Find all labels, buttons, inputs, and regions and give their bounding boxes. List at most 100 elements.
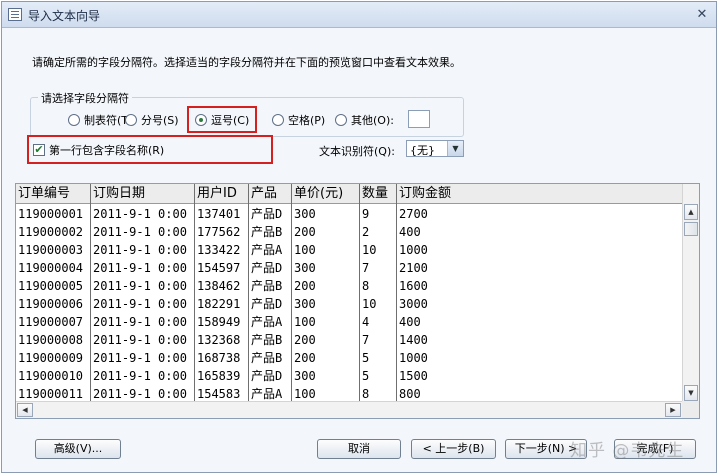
table-cell: 300 [294, 207, 316, 221]
table-cell: 119000003 [18, 243, 84, 257]
chevron-down-icon[interactable]: ▼ [447, 141, 463, 156]
table-cell: 182291 [197, 297, 241, 311]
table-row: 119000001 2011-9-1 0:00 137401 产品D 300 9 2700 [16, 205, 682, 223]
table-cell: 200 [294, 333, 316, 347]
table-cell: 100 [294, 243, 316, 257]
radio-tab[interactable]: 制表符(T) [68, 112, 132, 128]
table-cell: 119000005 [18, 279, 84, 293]
first-row-names-checkbox-row[interactable]: ✔ 第一行包含字段名称(R) [33, 142, 164, 158]
vertical-scroll-thumb[interactable] [684, 222, 698, 236]
table-cell: 5 [362, 351, 370, 365]
table-cell: 产品B [251, 333, 283, 347]
column-header: 订购金额 [399, 186, 452, 201]
table-cell: 产品D [251, 297, 283, 311]
table-cell: 400 [399, 315, 421, 329]
table-cell: 2011-9-1 0:00 [93, 333, 187, 347]
table-cell: 产品D [251, 261, 283, 275]
horizontal-scrollbar[interactable]: ◀ ▶ [16, 401, 682, 418]
radio-circle[interactable] [335, 114, 347, 126]
table-row: 119000006 2011-9-1 0:00 182291 产品D 300 10 3000 [16, 295, 682, 313]
radio-circle[interactable] [68, 114, 80, 126]
table-cell: 9 [362, 207, 370, 221]
preview-grid[interactable]: 订单编号 订购日期 用户ID 产品 单价(元) 数量 订购金额 119000001 2011-9… [15, 183, 700, 419]
table-cell: 1400 [399, 333, 428, 347]
text-qualifier-select[interactable]: {无} ▼ [406, 140, 464, 157]
table-cell: 2 [362, 225, 370, 239]
table-cell: 3000 [399, 297, 428, 311]
table-cell: 产品B [251, 351, 283, 365]
close-icon[interactable]: ✕ [694, 7, 710, 23]
other-delimiter-input[interactable] [408, 110, 430, 128]
table-cell: 165839 [197, 369, 241, 383]
table-cell: 7 [362, 333, 370, 347]
table-cell: 300 [294, 369, 316, 383]
table-row: 119000010 2011-9-1 0:00 165839 产品D 300 5 1500 [16, 367, 682, 385]
table-cell: 产品B [251, 225, 283, 239]
table-row: 119000002 2011-9-1 0:00 177562 产品B 200 2 400 [16, 223, 682, 241]
radio-circle[interactable] [272, 114, 284, 126]
table-cell: 177562 [197, 225, 241, 239]
table-cell: 119000004 [18, 261, 84, 275]
radio-semicolon[interactable]: 分号(S) [125, 112, 179, 128]
back-button[interactable]: < 上一步(B) [411, 439, 496, 459]
scroll-up-arrow-icon[interactable]: ▲ [684, 204, 698, 220]
table-cell: 132368 [197, 333, 241, 347]
vertical-scrollbar[interactable]: ▲ ▼ [682, 184, 699, 403]
scroll-corner [682, 401, 699, 418]
table-cell: 2011-9-1 0:00 [93, 351, 187, 365]
table-cell: 119000010 [18, 369, 84, 383]
comma-highlight-box [187, 106, 257, 133]
column-header: 产品 [251, 186, 278, 201]
first-row-names-checkbox[interactable]: ✔ [33, 144, 45, 156]
table-cell: 2011-9-1 0:00 [93, 243, 187, 257]
table-cell: 119000001 [18, 207, 84, 221]
cancel-button[interactable]: 取消 [317, 439, 401, 459]
watermark: 知乎 @韦先生 [570, 441, 685, 461]
radio-circle[interactable] [125, 114, 137, 126]
column-divider [359, 184, 360, 403]
table-cell: 8 [362, 279, 370, 293]
title-bar: 导入文本向导 ✕ [2, 2, 716, 28]
table-cell: 200 [294, 351, 316, 365]
radio-space[interactable]: 空格(P) [272, 112, 325, 128]
table-cell: 产品D [251, 369, 283, 383]
scroll-right-arrow-icon[interactable]: ▶ [665, 403, 681, 417]
column-divider [90, 184, 91, 403]
column-divider [396, 184, 397, 403]
table-cell: 300 [294, 297, 316, 311]
scroll-down-arrow-icon[interactable]: ▼ [684, 385, 698, 401]
table-cell: 2011-9-1 0:00 [93, 261, 187, 275]
table-cell: 产品D [251, 207, 283, 221]
table-cell: 7 [362, 261, 370, 275]
table-cell: 1600 [399, 279, 428, 293]
table-cell: 2011-9-1 0:00 [93, 279, 187, 293]
scroll-left-arrow-icon[interactable]: ◀ [17, 403, 33, 417]
text-qualifier-value: {无} [410, 144, 435, 157]
table-row: 119000004 2011-9-1 0:00 154597 产品D 300 7 2100 [16, 259, 682, 277]
table-cell: 119000007 [18, 315, 84, 329]
table-cell: 138462 [197, 279, 241, 293]
table-cell: 产品A [251, 315, 283, 329]
table-row: 119000009 2011-9-1 0:00 168738 产品B 200 5 1000 [16, 349, 682, 367]
table-cell: 2011-9-1 0:00 [93, 369, 187, 383]
instruction-text: 请确定所需的字段分隔符。选择适当的字段分隔符并在下面的预览窗口中查看文本效果。 [32, 56, 461, 69]
radio-other-label: 其他(O): [351, 114, 394, 127]
table-cell: 10 [362, 297, 377, 311]
table-row: 119000008 2011-9-1 0:00 132368 产品B 200 7 1400 [16, 331, 682, 349]
column-divider [291, 184, 292, 403]
table-cell: 119000008 [18, 333, 84, 347]
column-divider [194, 184, 195, 403]
table-cell: 2011-9-1 0:00 [93, 225, 187, 239]
table-cell: 1000 [399, 243, 428, 257]
table-cell: 2700 [399, 207, 428, 221]
column-header: 数量 [362, 186, 389, 201]
table-cell: 168738 [197, 351, 241, 365]
table-cell: 158949 [197, 315, 241, 329]
table-cell: 1000 [399, 351, 428, 365]
radio-other[interactable]: 其他(O): [335, 112, 394, 128]
table-cell: 2011-9-1 0:00 [93, 207, 187, 221]
table-cell: 119000006 [18, 297, 84, 311]
advanced-button[interactable]: 高级(V)... [35, 439, 121, 459]
radio-semicolon-label: 分号(S) [141, 114, 179, 127]
table-cell: 200 [294, 225, 316, 239]
